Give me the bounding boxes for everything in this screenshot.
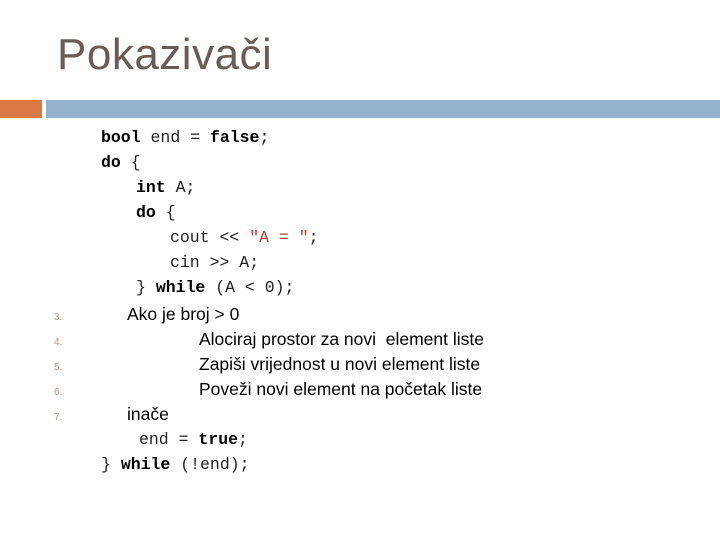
keyword: do bbox=[136, 203, 156, 222]
step-number: 7. bbox=[54, 412, 63, 423]
accent-bar-orange bbox=[0, 100, 42, 118]
step-number: 3. bbox=[54, 312, 63, 323]
code-text: } bbox=[136, 278, 156, 297]
keyword: true bbox=[198, 430, 239, 449]
code-text: A; bbox=[165, 178, 196, 197]
code-text: end = bbox=[139, 430, 199, 449]
keyword: while bbox=[120, 455, 171, 474]
code-text: (A < 0); bbox=[205, 278, 295, 297]
step-text: Poveži novi element na početak liste bbox=[199, 379, 483, 399]
step-text: Zapiši vrijednost u novi element liste bbox=[199, 354, 481, 374]
code-text: ; bbox=[308, 228, 319, 247]
keyword: int bbox=[136, 178, 166, 197]
code-line-4: do { bbox=[136, 203, 176, 223]
code-text: end = bbox=[140, 128, 210, 147]
step-text: inače bbox=[127, 404, 169, 424]
step-number: 4. bbox=[54, 337, 63, 348]
slide-title: Pokazivači bbox=[57, 30, 273, 79]
code-line-1: bool end = false; bbox=[101, 128, 269, 148]
code-text: } bbox=[101, 455, 121, 474]
code-text: ; bbox=[238, 430, 248, 449]
accent-bar-blue bbox=[46, 100, 720, 118]
keyword: while bbox=[155, 278, 206, 297]
step-number: 6. bbox=[54, 387, 63, 398]
code-line-2: do { bbox=[101, 153, 141, 173]
code-line-3: int A; bbox=[136, 178, 195, 198]
string-literal: "A = " bbox=[249, 228, 309, 247]
step-number: 5. bbox=[54, 362, 63, 373]
code-line-13: } while (!end); bbox=[101, 455, 250, 475]
step-text: Alociraj prostor za novi element liste bbox=[199, 329, 484, 349]
code-line-6: cin >> A; bbox=[170, 253, 259, 273]
keyword: bool bbox=[101, 128, 141, 147]
keyword: false bbox=[209, 128, 260, 147]
code-text: cin >> A; bbox=[170, 253, 260, 272]
code-text: ; bbox=[259, 128, 270, 147]
code-text: { bbox=[155, 203, 176, 222]
code-text: { bbox=[120, 153, 141, 172]
step-text: Ako je broj > 0 bbox=[127, 304, 240, 324]
code-text: (!end); bbox=[170, 455, 250, 474]
code-line-7: } while (A < 0); bbox=[136, 278, 294, 298]
code-text: cout << bbox=[170, 228, 250, 247]
code-line-12: end = true; bbox=[139, 430, 248, 450]
keyword: do bbox=[101, 153, 121, 172]
code-line-5: cout << "A = "; bbox=[170, 228, 319, 248]
